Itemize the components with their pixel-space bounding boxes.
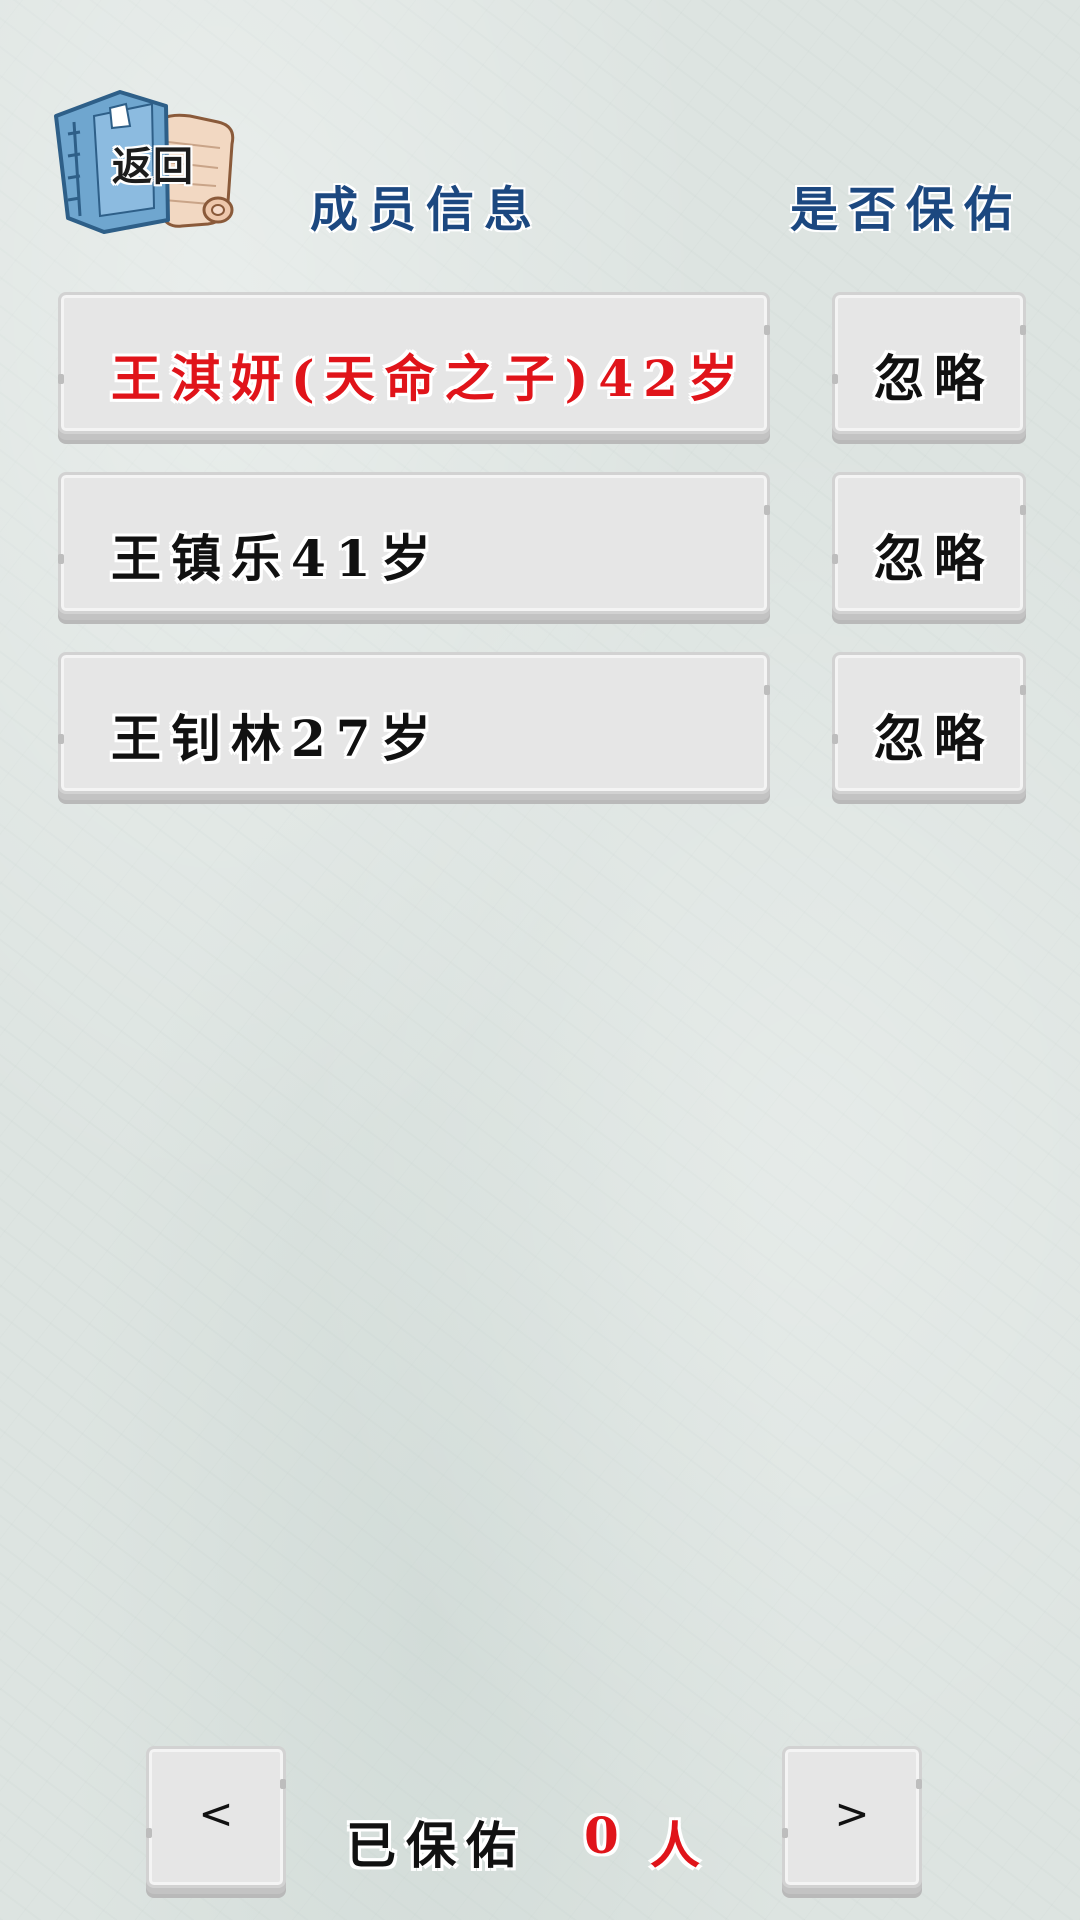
ignore-button[interactable]: 忽略 (832, 472, 1026, 614)
back-label: 返回 (112, 144, 194, 190)
member-name: 王淇妍(天命之子)42岁 (111, 349, 748, 408)
member-info-panel: 王钊林27岁 (58, 652, 770, 794)
protect-header: 是否保佑 (790, 182, 1023, 238)
next-button-panel: > (782, 1746, 922, 1888)
member-row: 王淇妍(天命之子)42岁 忽略 (0, 292, 1080, 452)
member-name: 王钊林27岁 (111, 709, 441, 768)
prev-page-button[interactable]: < (146, 1746, 286, 1896)
next-arrow-icon: > (834, 1789, 870, 1838)
ignore-label: 忽略 (874, 529, 994, 588)
prev-button-panel: < (146, 1746, 286, 1888)
protected-unit: 人 (650, 1816, 700, 1875)
prev-arrow-icon: < (198, 1789, 234, 1838)
protected-count: 0 (584, 1806, 619, 1865)
protected-label: 已保佑 (346, 1816, 526, 1875)
members-header: 成员信息 (310, 182, 543, 238)
back-button[interactable]: 返回 (50, 82, 240, 234)
ignore-label: 忽略 (874, 349, 994, 408)
ignore-button[interactable]: 忽略 (832, 652, 1026, 794)
member-info-panel: 王镇乐41岁 (58, 472, 770, 614)
member-info-panel: 王淇妍(天命之子)42岁 (58, 292, 770, 434)
member-row: 王钊林27岁 忽略 (0, 652, 1080, 812)
next-page-button[interactable]: > (782, 1746, 922, 1896)
member-name: 王镇乐41岁 (111, 529, 441, 588)
member-row: 王镇乐41岁 忽略 (0, 472, 1080, 632)
ignore-button[interactable]: 忽略 (832, 292, 1026, 434)
ignore-label: 忽略 (874, 709, 994, 768)
